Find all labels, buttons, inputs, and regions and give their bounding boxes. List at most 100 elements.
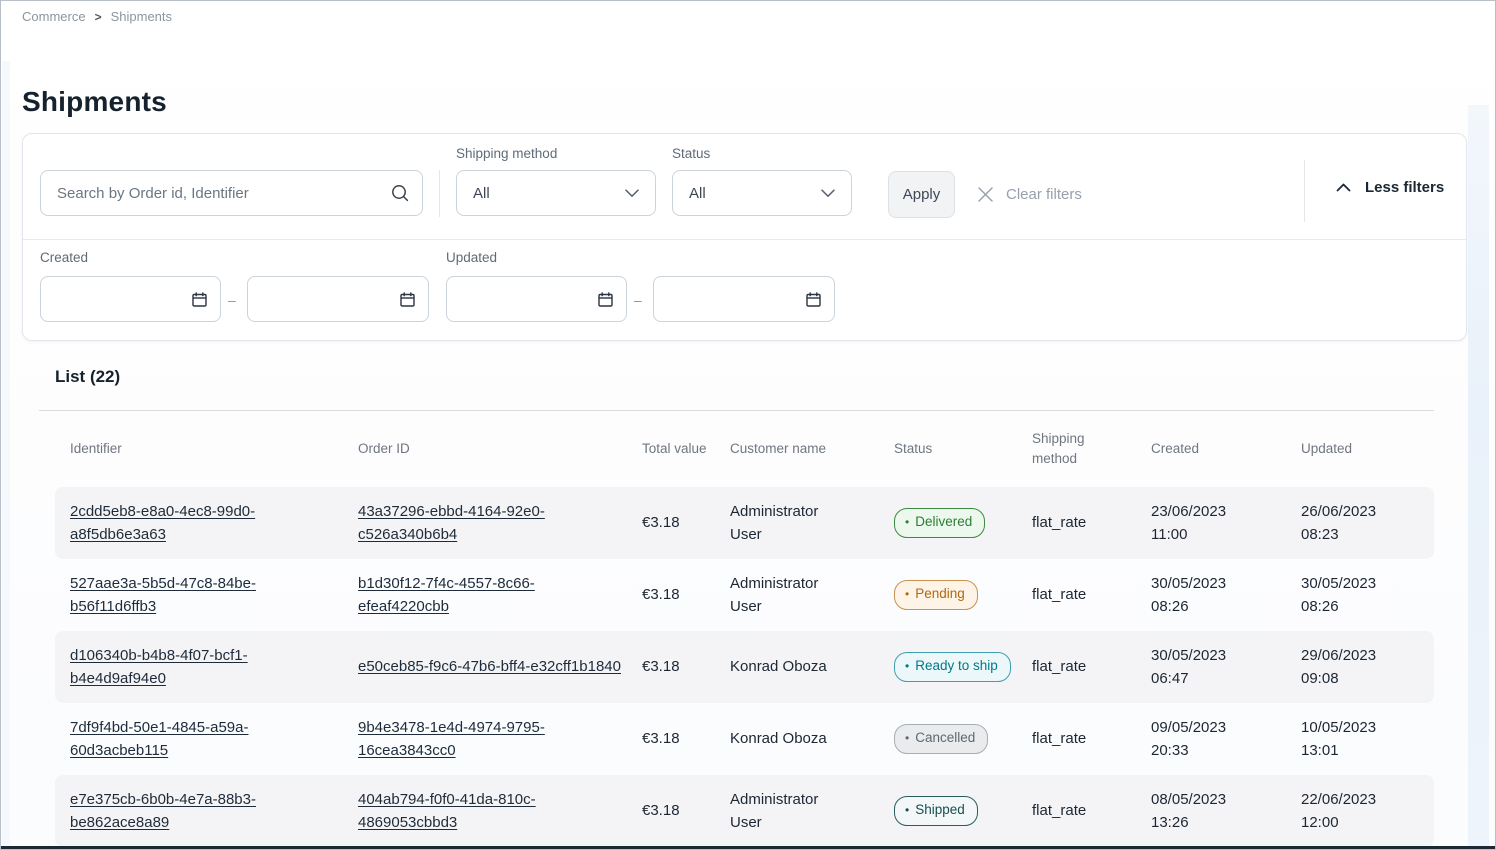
apply-button[interactable]: Apply bbox=[888, 171, 955, 218]
updated-cell: 30/05/2023 08:26 bbox=[1301, 572, 1413, 619]
calendar-icon[interactable] bbox=[597, 291, 614, 308]
status-badge: Pending bbox=[894, 580, 978, 610]
breadcrumb-item-shipments[interactable]: Shipments bbox=[111, 9, 172, 24]
shipping-method-cell: flat_rate bbox=[1032, 583, 1151, 606]
table-row: 2cdd5eb8-e8a0-4ec8-99d0-a8f5db6e3a63 43a… bbox=[55, 487, 1434, 559]
search-icon bbox=[390, 183, 410, 203]
clear-filters-button[interactable]: Clear filters bbox=[971, 171, 1088, 218]
page-edge-left bbox=[2, 61, 10, 846]
customer-name-cell: Konrad Oboza bbox=[730, 727, 856, 750]
order-id-link[interactable]: b1d30f12-7f4c-4557-8c66-efeaf4220cbb bbox=[358, 575, 535, 615]
less-filters-toggle[interactable]: Less filters bbox=[1330, 178, 1450, 197]
updated-to-input[interactable] bbox=[668, 290, 805, 309]
column-header-order-id: Order ID bbox=[358, 439, 642, 459]
table-row: e7e375cb-6b0b-4e7a-88b3-be862ace8a89 404… bbox=[55, 775, 1434, 847]
total-value-cell: €3.18 bbox=[642, 583, 730, 606]
order-id-link[interactable]: 43a37296-ebbd-4164-92e0-c526a340b6b4 bbox=[358, 503, 545, 543]
created-range-dash: – bbox=[228, 292, 236, 308]
updated-cell: 26/06/2023 08:23 bbox=[1301, 500, 1413, 547]
created-to-input[interactable] bbox=[262, 290, 399, 309]
column-header-created: Created bbox=[1151, 439, 1301, 459]
status-badge: Cancelled bbox=[894, 724, 988, 754]
status-value: All bbox=[689, 185, 706, 202]
close-icon bbox=[977, 186, 994, 203]
column-header-status: Status bbox=[894, 439, 1032, 459]
table-header: Identifier Order ID Total value Customer… bbox=[55, 411, 1434, 487]
column-header-shipping-method: Shipping method bbox=[1032, 429, 1151, 468]
clear-filters-label: Clear filters bbox=[1006, 186, 1082, 203]
chevron-down-icon bbox=[625, 189, 639, 198]
breadcrumb: Commerce > Shipments bbox=[22, 9, 172, 24]
identifier-link[interactable]: d106340b-b4b8-4f07-bcf1-b4e4d9af94e0 bbox=[70, 647, 248, 687]
total-value-cell: €3.18 bbox=[642, 511, 730, 534]
total-value-cell: €3.18 bbox=[642, 799, 730, 822]
updated-from-field bbox=[446, 276, 627, 322]
breadcrumb-separator-icon: > bbox=[95, 10, 102, 24]
page-title: Shipments bbox=[22, 86, 167, 118]
created-from-input[interactable] bbox=[55, 290, 191, 309]
less-filters-label: Less filters bbox=[1365, 179, 1444, 196]
created-cell: 23/06/2023 11:00 bbox=[1151, 500, 1263, 547]
calendar-icon[interactable] bbox=[805, 291, 822, 308]
column-header-total-value: Total value bbox=[642, 439, 730, 459]
shipping-method-cell: flat_rate bbox=[1032, 727, 1151, 750]
created-to-field bbox=[247, 276, 429, 322]
shipping-method-value: All bbox=[473, 185, 490, 202]
shipping-method-cell: flat_rate bbox=[1032, 799, 1151, 822]
filter-rows-divider bbox=[23, 239, 1466, 240]
updated-filter-label: Updated bbox=[446, 250, 497, 265]
breadcrumb-item-commerce[interactable]: Commerce bbox=[22, 9, 86, 24]
shipping-method-cell: flat_rate bbox=[1032, 655, 1151, 678]
identifier-link[interactable]: e7e375cb-6b0b-4e7a-88b3-be862ace8a89 bbox=[70, 791, 256, 831]
chevron-down-icon bbox=[821, 189, 835, 198]
order-id-link[interactable]: e50ceb85-f9c6-47b6-bff4-e32cff1b1840 bbox=[358, 658, 621, 675]
shipping-method-label: Shipping method bbox=[456, 146, 557, 161]
column-header-customer-name: Customer name bbox=[730, 439, 894, 459]
created-cell: 30/05/2023 08:26 bbox=[1151, 572, 1263, 619]
column-header-identifier: Identifier bbox=[70, 439, 358, 459]
filters-panel: Shipping method All Status All Apply bbox=[22, 133, 1467, 341]
updated-to-field bbox=[653, 276, 835, 322]
total-value-cell: €3.18 bbox=[642, 655, 730, 678]
created-from-field bbox=[40, 276, 221, 322]
status-badge: Shipped bbox=[894, 796, 978, 826]
search-input[interactable] bbox=[55, 184, 390, 203]
customer-name-cell: Administrator User bbox=[730, 572, 856, 619]
updated-cell: 29/06/2023 09:08 bbox=[1301, 644, 1413, 691]
updated-range-dash: – bbox=[634, 292, 642, 308]
status-label: Status bbox=[672, 146, 710, 161]
created-filter-label: Created bbox=[40, 250, 88, 265]
updated-from-input[interactable] bbox=[461, 290, 597, 309]
status-badge: Delivered bbox=[894, 508, 985, 538]
list-title: List (22) bbox=[55, 367, 1434, 387]
total-value-cell: €3.18 bbox=[642, 727, 730, 750]
order-id-link[interactable]: 404ab794-f0f0-41da-810c-4869053cbbd3 bbox=[358, 791, 536, 831]
created-cell: 30/05/2023 06:47 bbox=[1151, 644, 1263, 691]
filter-divider-2 bbox=[1304, 160, 1305, 222]
search-box bbox=[40, 170, 423, 216]
column-header-updated: Updated bbox=[1301, 439, 1434, 459]
order-id-link[interactable]: 9b4e3478-1e4d-4974-9795-16cea3843cc0 bbox=[358, 719, 545, 759]
shipping-method-select[interactable]: All bbox=[456, 170, 656, 216]
customer-name-cell: Administrator User bbox=[730, 500, 856, 547]
calendar-icon[interactable] bbox=[191, 291, 208, 308]
identifier-link[interactable]: 7df9f4bd-50e1-4845-a59a-60d3acbeb115 bbox=[70, 719, 248, 759]
customer-name-cell: Administrator User bbox=[730, 788, 856, 835]
status-badge: Ready to ship bbox=[894, 652, 1011, 682]
identifier-link[interactable]: 527aae3a-5b5d-47c8-84be-b56f11d6ffb3 bbox=[70, 575, 256, 615]
table-row: 527aae3a-5b5d-47c8-84be-b56f11d6ffb3 b1d… bbox=[55, 559, 1434, 631]
filter-divider-1 bbox=[439, 170, 440, 217]
table-row: d106340b-b4b8-4f07-bcf1-b4e4d9af94e0 e50… bbox=[55, 631, 1434, 703]
updated-cell: 22/06/2023 12:00 bbox=[1301, 788, 1413, 835]
window-bottom-edge bbox=[1, 846, 1495, 849]
shipping-method-cell: flat_rate bbox=[1032, 511, 1151, 534]
chevron-up-icon bbox=[1336, 183, 1351, 192]
shipments-list: List (22) Identifier Order ID Total valu… bbox=[39, 353, 1434, 847]
calendar-icon[interactable] bbox=[399, 291, 416, 308]
updated-cell: 10/05/2023 13:01 bbox=[1301, 716, 1413, 763]
status-select[interactable]: All bbox=[672, 170, 852, 216]
identifier-link[interactable]: 2cdd5eb8-e8a0-4ec8-99d0-a8f5db6e3a63 bbox=[70, 503, 255, 543]
customer-name-cell: Konrad Oboza bbox=[730, 655, 856, 678]
shipments-page: Commerce > Shipments Shipments Shipping … bbox=[0, 0, 1496, 850]
created-cell: 09/05/2023 20:33 bbox=[1151, 716, 1263, 763]
